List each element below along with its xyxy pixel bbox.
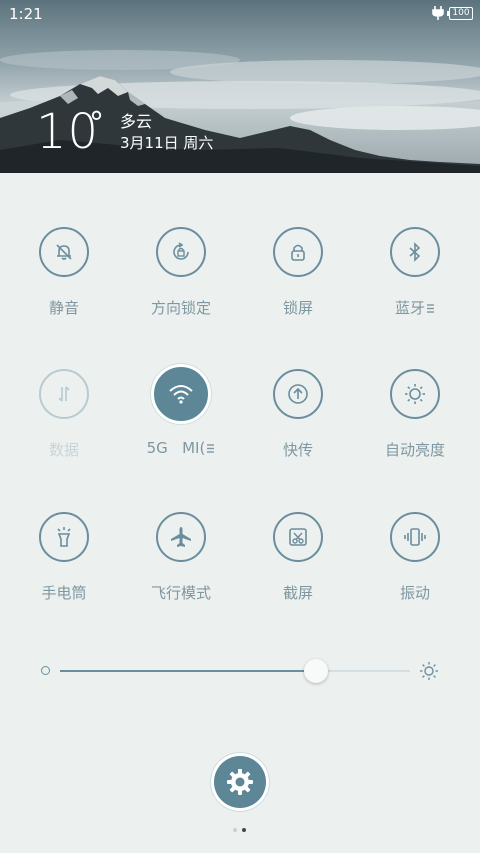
- status-time: 1:21: [9, 5, 43, 23]
- toggle-label: 蓝牙: [360, 297, 470, 318]
- toggle-label-text: 5G MI(: [146, 439, 206, 457]
- toggle-vibrate[interactable]: 振动: [360, 512, 470, 622]
- brightness-low-icon: [41, 666, 50, 675]
- settings-button[interactable]: [214, 756, 266, 808]
- toggle-label: 截屏: [282, 584, 313, 602]
- toggle-label: 5G MI(: [126, 439, 236, 457]
- page-indicator-dot-1: [233, 828, 237, 832]
- brightness-slider-fill: [60, 670, 316, 672]
- toggle-rotation-lock[interactable]: 方向锁定: [126, 227, 236, 337]
- screenshot-icon: [273, 512, 323, 562]
- brightness-high-icon: [420, 662, 438, 680]
- toggle-lock-screen[interactable]: 锁屏: [243, 227, 353, 337]
- wifi-icon: [154, 367, 208, 421]
- toggle-flashlight[interactable]: 手电筒: [9, 512, 119, 622]
- bell-off-icon: [39, 227, 89, 277]
- sun-icon: [390, 369, 440, 419]
- lock-icon: [273, 227, 323, 277]
- toggle-label-text: 蓝牙: [394, 299, 425, 317]
- brightness-slider-thumb[interactable]: [303, 659, 328, 683]
- toggle-mobile-data[interactable]: 数据: [9, 369, 119, 479]
- vibrate-icon: [390, 512, 440, 562]
- rotation-lock-icon: [156, 227, 206, 277]
- toggle-wifi[interactable]: 5G MI(: [126, 367, 236, 479]
- toggle-screenshot[interactable]: 截屏: [243, 512, 353, 622]
- toggle-label: 飞行模式: [150, 584, 211, 602]
- weather-header: 1:21 100 10 ° 多云 3月11日 周六: [0, 0, 480, 173]
- toggle-quick-transfer[interactable]: 快传: [243, 369, 353, 479]
- toggle-auto-brightness[interactable]: 自动亮度: [360, 369, 470, 479]
- data-arrows-icon: [39, 369, 89, 419]
- toggle-mute[interactable]: 静音: [9, 227, 119, 337]
- more-options-icon: [427, 304, 434, 313]
- toggle-label: 数据: [48, 441, 79, 459]
- status-bar: 1:21 100: [0, 0, 480, 28]
- toggle-airplane-mode[interactable]: 飞行模式: [126, 512, 236, 622]
- charging-plug-icon: [432, 6, 444, 20]
- toggle-label: 锁屏: [282, 299, 313, 317]
- toggle-label: 自动亮度: [384, 441, 445, 459]
- toggle-label: 手电筒: [41, 584, 87, 602]
- brightness-slider[interactable]: [60, 659, 410, 683]
- flashlight-icon: [39, 512, 89, 562]
- airplane-icon: [156, 512, 206, 562]
- weather-condition: 多云: [120, 112, 153, 131]
- gear-icon: [227, 769, 253, 795]
- more-options-icon: [207, 444, 215, 453]
- page-indicator-dot-2: [242, 828, 246, 832]
- toggle-label: 方向锁定: [150, 299, 211, 317]
- toggle-label: 振动: [399, 584, 430, 602]
- battery-icon: 100: [447, 7, 473, 20]
- toggle-label: 静音: [48, 299, 79, 317]
- toggle-label: 快传: [282, 441, 313, 459]
- toggle-bluetooth[interactable]: 蓝牙: [360, 227, 470, 337]
- date: 3月11日 周六: [120, 134, 214, 152]
- bluetooth-icon: [390, 227, 440, 277]
- degree-symbol: °: [89, 106, 104, 141]
- upload-arrow-icon: [273, 369, 323, 419]
